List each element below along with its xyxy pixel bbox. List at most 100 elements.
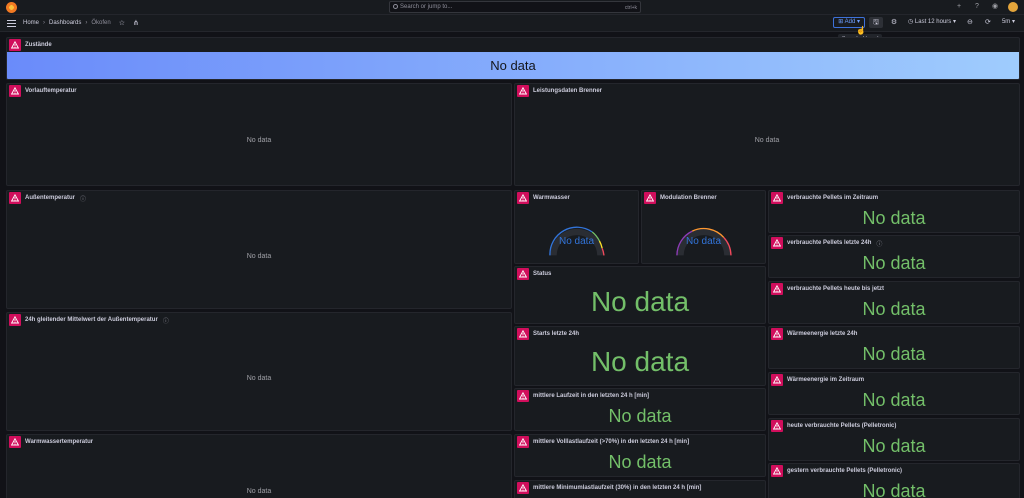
panel-minimumlastlaufzeit[interactable]: mittlere Minimumlastlaufzeit (30%) in de… xyxy=(514,480,766,498)
stat-value: No data xyxy=(862,481,926,498)
panel-title: Status xyxy=(533,271,552,277)
panel-gestern-pelletronic[interactable]: gestern verbrauchte Pellets (Pelletronic… xyxy=(768,463,1020,498)
stat-value: No data xyxy=(862,390,926,410)
settings-gear-icon[interactable]: ⚙ xyxy=(887,17,901,28)
info-icon[interactable]: ⓘ xyxy=(163,316,169,325)
breadcrumb-dashboards[interactable]: Dashboards xyxy=(49,20,81,26)
mouse-pointer-icon: ☝ xyxy=(856,26,866,35)
stat-value: No data xyxy=(862,436,926,456)
stat-value: No data xyxy=(608,406,672,426)
time-range-picker[interactable]: ◷ Last 12 hours ▾ xyxy=(905,17,959,28)
stat-value: No data xyxy=(590,346,690,377)
panel-title: Leistungsdaten Brenner xyxy=(533,88,603,94)
error-warning-icon[interactable] xyxy=(771,374,783,386)
search-input[interactable]: Search or jump to... ctrl+k xyxy=(389,1,641,13)
panel-starts-24h[interactable]: Starts letzte 24h No data xyxy=(514,326,766,386)
info-icon[interactable]: ⓘ xyxy=(876,239,882,248)
chevron-down-icon: ▾ xyxy=(1010,19,1015,25)
panel-title: verbrauchte Pellets letzte 24h xyxy=(787,240,872,246)
error-warning-icon[interactable] xyxy=(9,314,21,326)
panel-title: Modulation Brenner xyxy=(660,195,717,201)
search-icon xyxy=(393,4,398,9)
info-icon[interactable]: ⓘ xyxy=(80,194,86,203)
error-warning-icon[interactable] xyxy=(517,268,529,280)
panel-zustaende[interactable]: Zustände No data xyxy=(6,37,1020,80)
star-icon[interactable]: ☆ xyxy=(119,19,125,27)
save-dashboard-button[interactable]: 🖫 xyxy=(869,17,884,28)
panel-title: heute verbrauchte Pellets (Pelletronic) xyxy=(787,423,897,429)
panel-heute-pelletronic[interactable]: heute verbrauchte Pellets (Pelletronic) … xyxy=(768,418,1020,461)
panel-title: gestern verbrauchte Pellets (Pelletronic… xyxy=(787,468,903,474)
panel-24h-mittelwert[interactable]: 24h gleitender Mittelwert der Außentempe… xyxy=(6,312,512,431)
panel-title: mittlere Minimumlastlaufzeit (30%) in de… xyxy=(533,485,702,491)
panel-title: Außentemperatur xyxy=(25,195,76,201)
chevron-down-icon: ▾ xyxy=(855,19,861,25)
error-warning-icon[interactable] xyxy=(517,436,529,448)
stat-value: No data xyxy=(862,253,926,273)
panel-title: Vorlauftemperatur xyxy=(25,88,77,94)
error-warning-icon[interactable] xyxy=(517,482,529,494)
error-warning-icon[interactable] xyxy=(9,85,21,97)
refresh-icon[interactable]: ⟳ xyxy=(981,17,995,28)
news-rss-icon[interactable]: ◉ xyxy=(990,2,1000,12)
panel-title: Warmwassertemperatur xyxy=(25,439,94,445)
panel-pellets-heute[interactable]: verbrauchte Pellets heute bis jetzt No d… xyxy=(768,281,1020,324)
panel-title: Wärmeenergie letzte 24h xyxy=(787,331,858,337)
panel-waerme-24h[interactable]: Wärmeenergie letzte 24h No data xyxy=(768,326,1020,369)
error-warning-icon[interactable] xyxy=(771,328,783,340)
stat-value: No data xyxy=(862,299,926,319)
error-warning-icon[interactable] xyxy=(771,192,783,204)
panel-vorlauftemperatur[interactable]: Vorlauftemperatur No data xyxy=(6,83,512,186)
refresh-interval-picker[interactable]: 5m ▾ xyxy=(999,17,1018,28)
error-warning-icon[interactable] xyxy=(9,192,21,204)
panel-leistungsdaten-brenner[interactable]: Leistungsdaten Brenner No data xyxy=(514,83,1020,186)
panel-warmwasser-gauge[interactable]: 0505555606570 Warmwasser No data xyxy=(514,190,639,264)
error-warning-icon[interactable] xyxy=(517,390,529,402)
breadcrumb-current: Ökofen xyxy=(91,20,111,26)
error-warning-icon[interactable]: 0205070100 xyxy=(644,192,656,204)
user-avatar[interactable] xyxy=(1008,2,1018,12)
zoom-out-icon[interactable]: ⊖ xyxy=(963,17,977,28)
top-bar: Search or jump to... ctrl+k + ? ◉ xyxy=(0,0,1024,15)
gauge-value: No data xyxy=(685,236,722,247)
error-warning-icon[interactable] xyxy=(771,465,783,477)
panel-status[interactable]: Status No data xyxy=(514,266,766,324)
panel-warmwassertemperatur[interactable]: Warmwassertemperatur No data xyxy=(6,434,512,498)
error-warning-icon[interactable] xyxy=(771,420,783,432)
keyboard-shortcut: ctrl+k xyxy=(624,5,637,11)
panel-pellets-24h[interactable]: verbrauchte Pellets letzte 24h ⓘ No data xyxy=(768,235,1020,278)
new-plus-icon[interactable]: + xyxy=(954,2,964,12)
panel-pellets-zeitraum[interactable]: verbrauchte Pellets im Zeitraum No data xyxy=(768,190,1020,233)
panel-title: Zustände xyxy=(25,42,52,48)
error-warning-icon[interactable] xyxy=(517,85,529,97)
chevron-down-icon: ▾ xyxy=(951,19,956,25)
menu-hamburger-icon[interactable] xyxy=(7,20,16,27)
panel-title: 24h gleitender Mittelwert der Außentempe… xyxy=(25,317,158,323)
breadcrumb: Home › Dashboards › Ökofen ☆ ⋔ xyxy=(23,19,139,27)
error-warning-icon[interactable] xyxy=(9,39,21,51)
stat-value: No data xyxy=(862,208,926,228)
help-icon[interactable]: ? xyxy=(972,2,982,12)
add-button-label: Add xyxy=(844,19,856,25)
stat-value: No data xyxy=(862,344,926,364)
error-warning-icon[interactable]: 0505555606570 xyxy=(517,192,529,204)
panel-waerme-zeitraum[interactable]: Wärmeenergie im Zeitraum No data xyxy=(768,372,1020,415)
panel-modulation-gauge[interactable]: 0205070100 Modulation Brenner No data xyxy=(641,190,766,264)
panel-title: Warmwasser xyxy=(533,195,570,201)
gauge-value: No data xyxy=(558,236,595,247)
error-warning-icon[interactable] xyxy=(517,328,529,340)
share-icon[interactable]: ⋔ xyxy=(133,19,139,27)
stat-value: No data xyxy=(608,452,672,472)
panel-mittlere-laufzeit[interactable]: mittlere Laufzeit in den letzten 24 h [m… xyxy=(514,388,766,431)
dashboard-nav-bar: Home › Dashboards › Ökofen ☆ ⋔ ⊞ Add ▾ 🖫… xyxy=(0,15,1024,32)
panel-aussentemperatur[interactable]: Außentemperatur ⓘ No data xyxy=(6,190,512,309)
breadcrumb-separator-icon: › xyxy=(43,20,46,26)
grafana-logo-icon[interactable] xyxy=(6,2,17,13)
error-warning-icon[interactable] xyxy=(9,436,21,448)
clock-icon: ◷ xyxy=(908,19,915,25)
no-data-label: No data xyxy=(246,488,272,495)
error-warning-icon[interactable] xyxy=(771,237,783,249)
breadcrumb-home[interactable]: Home xyxy=(23,20,39,26)
panel-volllastlaufzeit[interactable]: mittlere Volllastlaufzeit (>70%) in den … xyxy=(514,434,766,477)
error-warning-icon[interactable] xyxy=(771,283,783,295)
